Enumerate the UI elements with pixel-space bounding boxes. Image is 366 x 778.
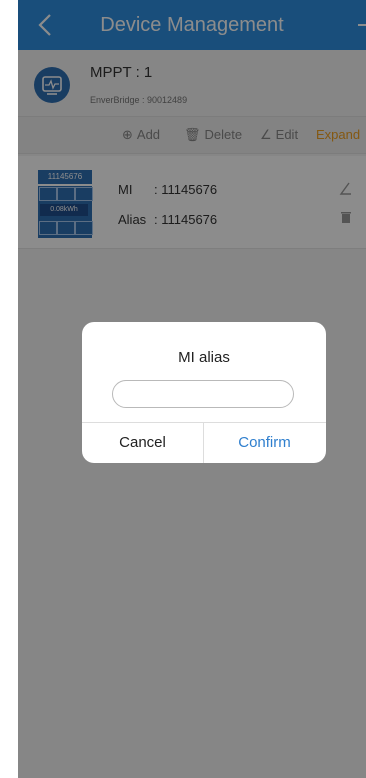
dialog-title: MI alias: [178, 349, 230, 366]
alias-input[interactable]: [112, 380, 294, 408]
confirm-button[interactable]: Confirm: [204, 423, 325, 463]
app-screen: Device Management MPPT : 1 EnverBridge :…: [18, 0, 366, 778]
alias-dialog: MI alias Cancel Confirm: [82, 322, 326, 463]
cancel-button[interactable]: Cancel: [82, 423, 203, 463]
